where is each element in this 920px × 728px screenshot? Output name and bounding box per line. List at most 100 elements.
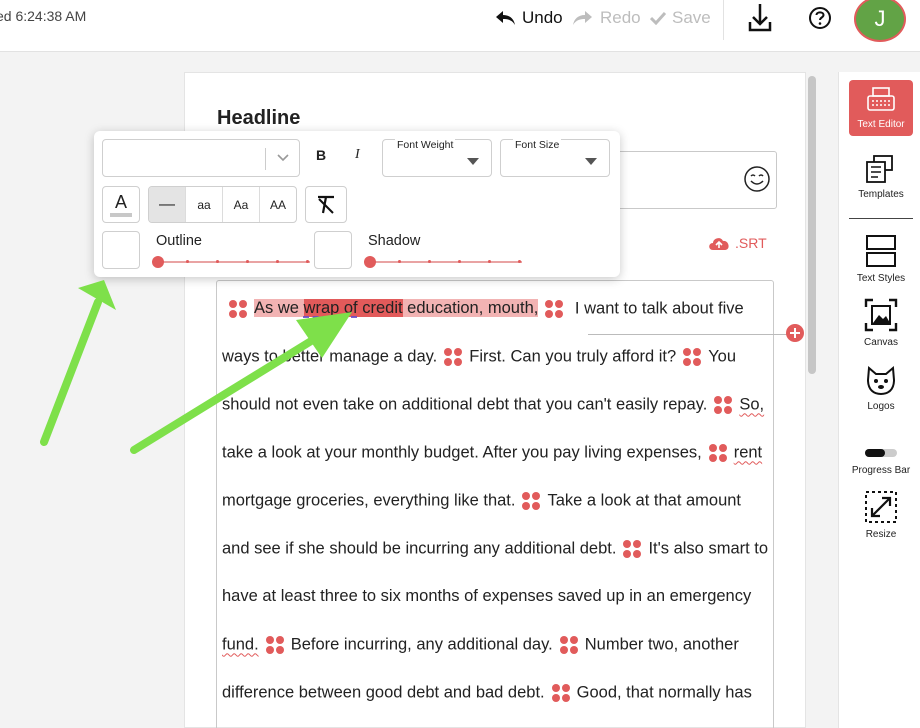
text-segment: difference between good debt and bad deb… (222, 683, 545, 702)
pause-marker-icon[interactable] (682, 347, 702, 367)
text-format-popup: B I Font Weight Font Size A — aa Aa AA O… (94, 131, 620, 277)
pause-marker-icon[interactable] (713, 395, 733, 415)
slider-tick (186, 260, 189, 263)
sidebar-item-label: Resize (865, 529, 897, 540)
templates-icon (866, 155, 893, 183)
shadow-label: Shadow (368, 233, 421, 249)
font-weight-select[interactable]: Font Weight (382, 139, 492, 177)
case-none-button[interactable]: — (149, 187, 186, 222)
slider-tick (488, 260, 491, 263)
text-segment: Before incurring, any additional day. (290, 635, 553, 654)
case-upper-button[interactable]: AA (260, 187, 296, 222)
text-line: should not even take on additional debt … (222, 395, 764, 415)
slider-tick (216, 260, 219, 263)
help-circle-icon[interactable] (806, 4, 834, 32)
sidebar-item-label: Canvas (864, 337, 898, 348)
bold-button[interactable]: B (316, 147, 326, 163)
pause-marker-icon[interactable] (622, 539, 642, 559)
outline-slider[interactable] (152, 255, 310, 269)
check-icon (650, 11, 666, 25)
save-button[interactable]: Save (650, 6, 711, 30)
shadow-slider[interactable] (364, 255, 522, 269)
emoji-icon[interactable] (743, 165, 771, 193)
italic-button[interactable]: I (355, 147, 360, 163)
resize-icon (865, 491, 897, 523)
sidebar-item-label: Text Styles (856, 273, 906, 284)
pause-marker-icon[interactable] (228, 299, 248, 319)
text-line: difference between good debt and bad deb… (222, 683, 752, 703)
text-line: fund. Before incurring, any additional da… (222, 635, 739, 655)
select-separator (265, 148, 266, 170)
sidebar-item-logos[interactable]: Logos (849, 352, 913, 412)
srt-upload-button[interactable]: .SRT (707, 235, 767, 251)
text-segment: fund. (222, 635, 259, 654)
font-family-select[interactable] (102, 139, 300, 177)
sidebar-item-text-editor[interactable]: Text Editor (849, 80, 913, 136)
sidebar-item-canvas[interactable]: Canvas (849, 288, 913, 348)
caret-down-icon (585, 158, 597, 165)
pause-marker-icon[interactable] (551, 683, 571, 703)
highlighted-word: wrap of (303, 299, 358, 318)
redo-button[interactable]: Redo (572, 6, 641, 30)
pause-marker-icon[interactable] (544, 299, 564, 319)
case-lower-button[interactable]: aa (186, 187, 223, 222)
undo-button[interactable]: Undo (494, 6, 563, 30)
slider-tick (306, 260, 309, 263)
text-line: mortgage groceries, everything like that… (222, 491, 741, 511)
scene-split-line (588, 334, 798, 335)
scrollbar-thumb[interactable] (808, 76, 816, 374)
text-segment: and see if she should be incurring any a… (222, 539, 617, 558)
slider-track (156, 261, 310, 263)
redo-label: Redo (600, 8, 641, 27)
shadow-color-swatch[interactable] (314, 231, 352, 269)
sidebar-item-label: Templates (858, 189, 904, 200)
font-size-select[interactable]: Font Size (500, 139, 610, 177)
pause-marker-icon[interactable] (443, 347, 463, 367)
right-sidebar: Text Editor Templates Text Styles Canvas (838, 72, 920, 728)
download-icon[interactable] (742, 0, 778, 36)
font-size-label: Font Size (513, 139, 562, 151)
sidebar-item-label: Text Editor (857, 119, 905, 130)
pause-marker-icon[interactable] (521, 491, 541, 511)
user-avatar[interactable]: J (854, 0, 906, 42)
text-segment: rent (733, 443, 763, 462)
slider-track (368, 261, 522, 263)
text-line: take a look at your monthly budget. Afte… (222, 443, 762, 463)
text-color-button[interactable]: A (102, 186, 140, 223)
slider-tick (428, 260, 431, 263)
slider-tick (518, 260, 521, 263)
text-segment: take a look at your monthly budget. Afte… (222, 443, 702, 462)
text-line: As we wrap of credit education, mouth, I… (222, 299, 744, 319)
slider-tick (246, 260, 249, 263)
text-segment: I want to talk about five (570, 299, 744, 318)
srt-label: .SRT (735, 235, 767, 251)
top-bar: ed 6:24:38 AM Undo Redo Save J (0, 0, 920, 52)
selected-text: As we (254, 299, 304, 318)
font-weight-label: Font Weight (395, 139, 456, 151)
text-segment: So, (739, 395, 765, 414)
sidebar-item-templates[interactable]: Templates (849, 140, 913, 200)
logo-dog-icon (866, 365, 896, 396)
sidebar-divider (849, 218, 913, 219)
typewriter-icon (867, 87, 895, 111)
outline-color-swatch[interactable] (102, 231, 140, 269)
text-styles-icon (866, 235, 896, 267)
annotation-arrow (40, 280, 116, 446)
pause-marker-icon[interactable] (559, 635, 579, 655)
pause-marker-icon[interactable] (265, 635, 285, 655)
sidebar-item-resize[interactable]: Resize (849, 480, 913, 540)
clear-format-button[interactable] (305, 186, 347, 223)
slider-handle[interactable] (152, 256, 164, 268)
sidebar-item-text-styles[interactable]: Text Styles (849, 224, 913, 284)
outline-label: Outline (156, 233, 202, 249)
case-title-button[interactable]: Aa (223, 187, 260, 222)
sidebar-item-progress-bar[interactable]: Progress Bar (849, 416, 913, 476)
slider-handle[interactable] (364, 256, 376, 268)
text-segment: Good, that normally has (576, 683, 752, 702)
transcript-text-area[interactable]: As we wrap of credit education, mouth, I… (216, 280, 774, 728)
text-case-group: — aa Aa AA (148, 186, 297, 223)
add-scene-icon[interactable] (784, 322, 806, 344)
undo-icon (496, 11, 515, 25)
sidebar-item-label: Logos (867, 401, 895, 412)
pause-marker-icon[interactable] (708, 443, 728, 463)
